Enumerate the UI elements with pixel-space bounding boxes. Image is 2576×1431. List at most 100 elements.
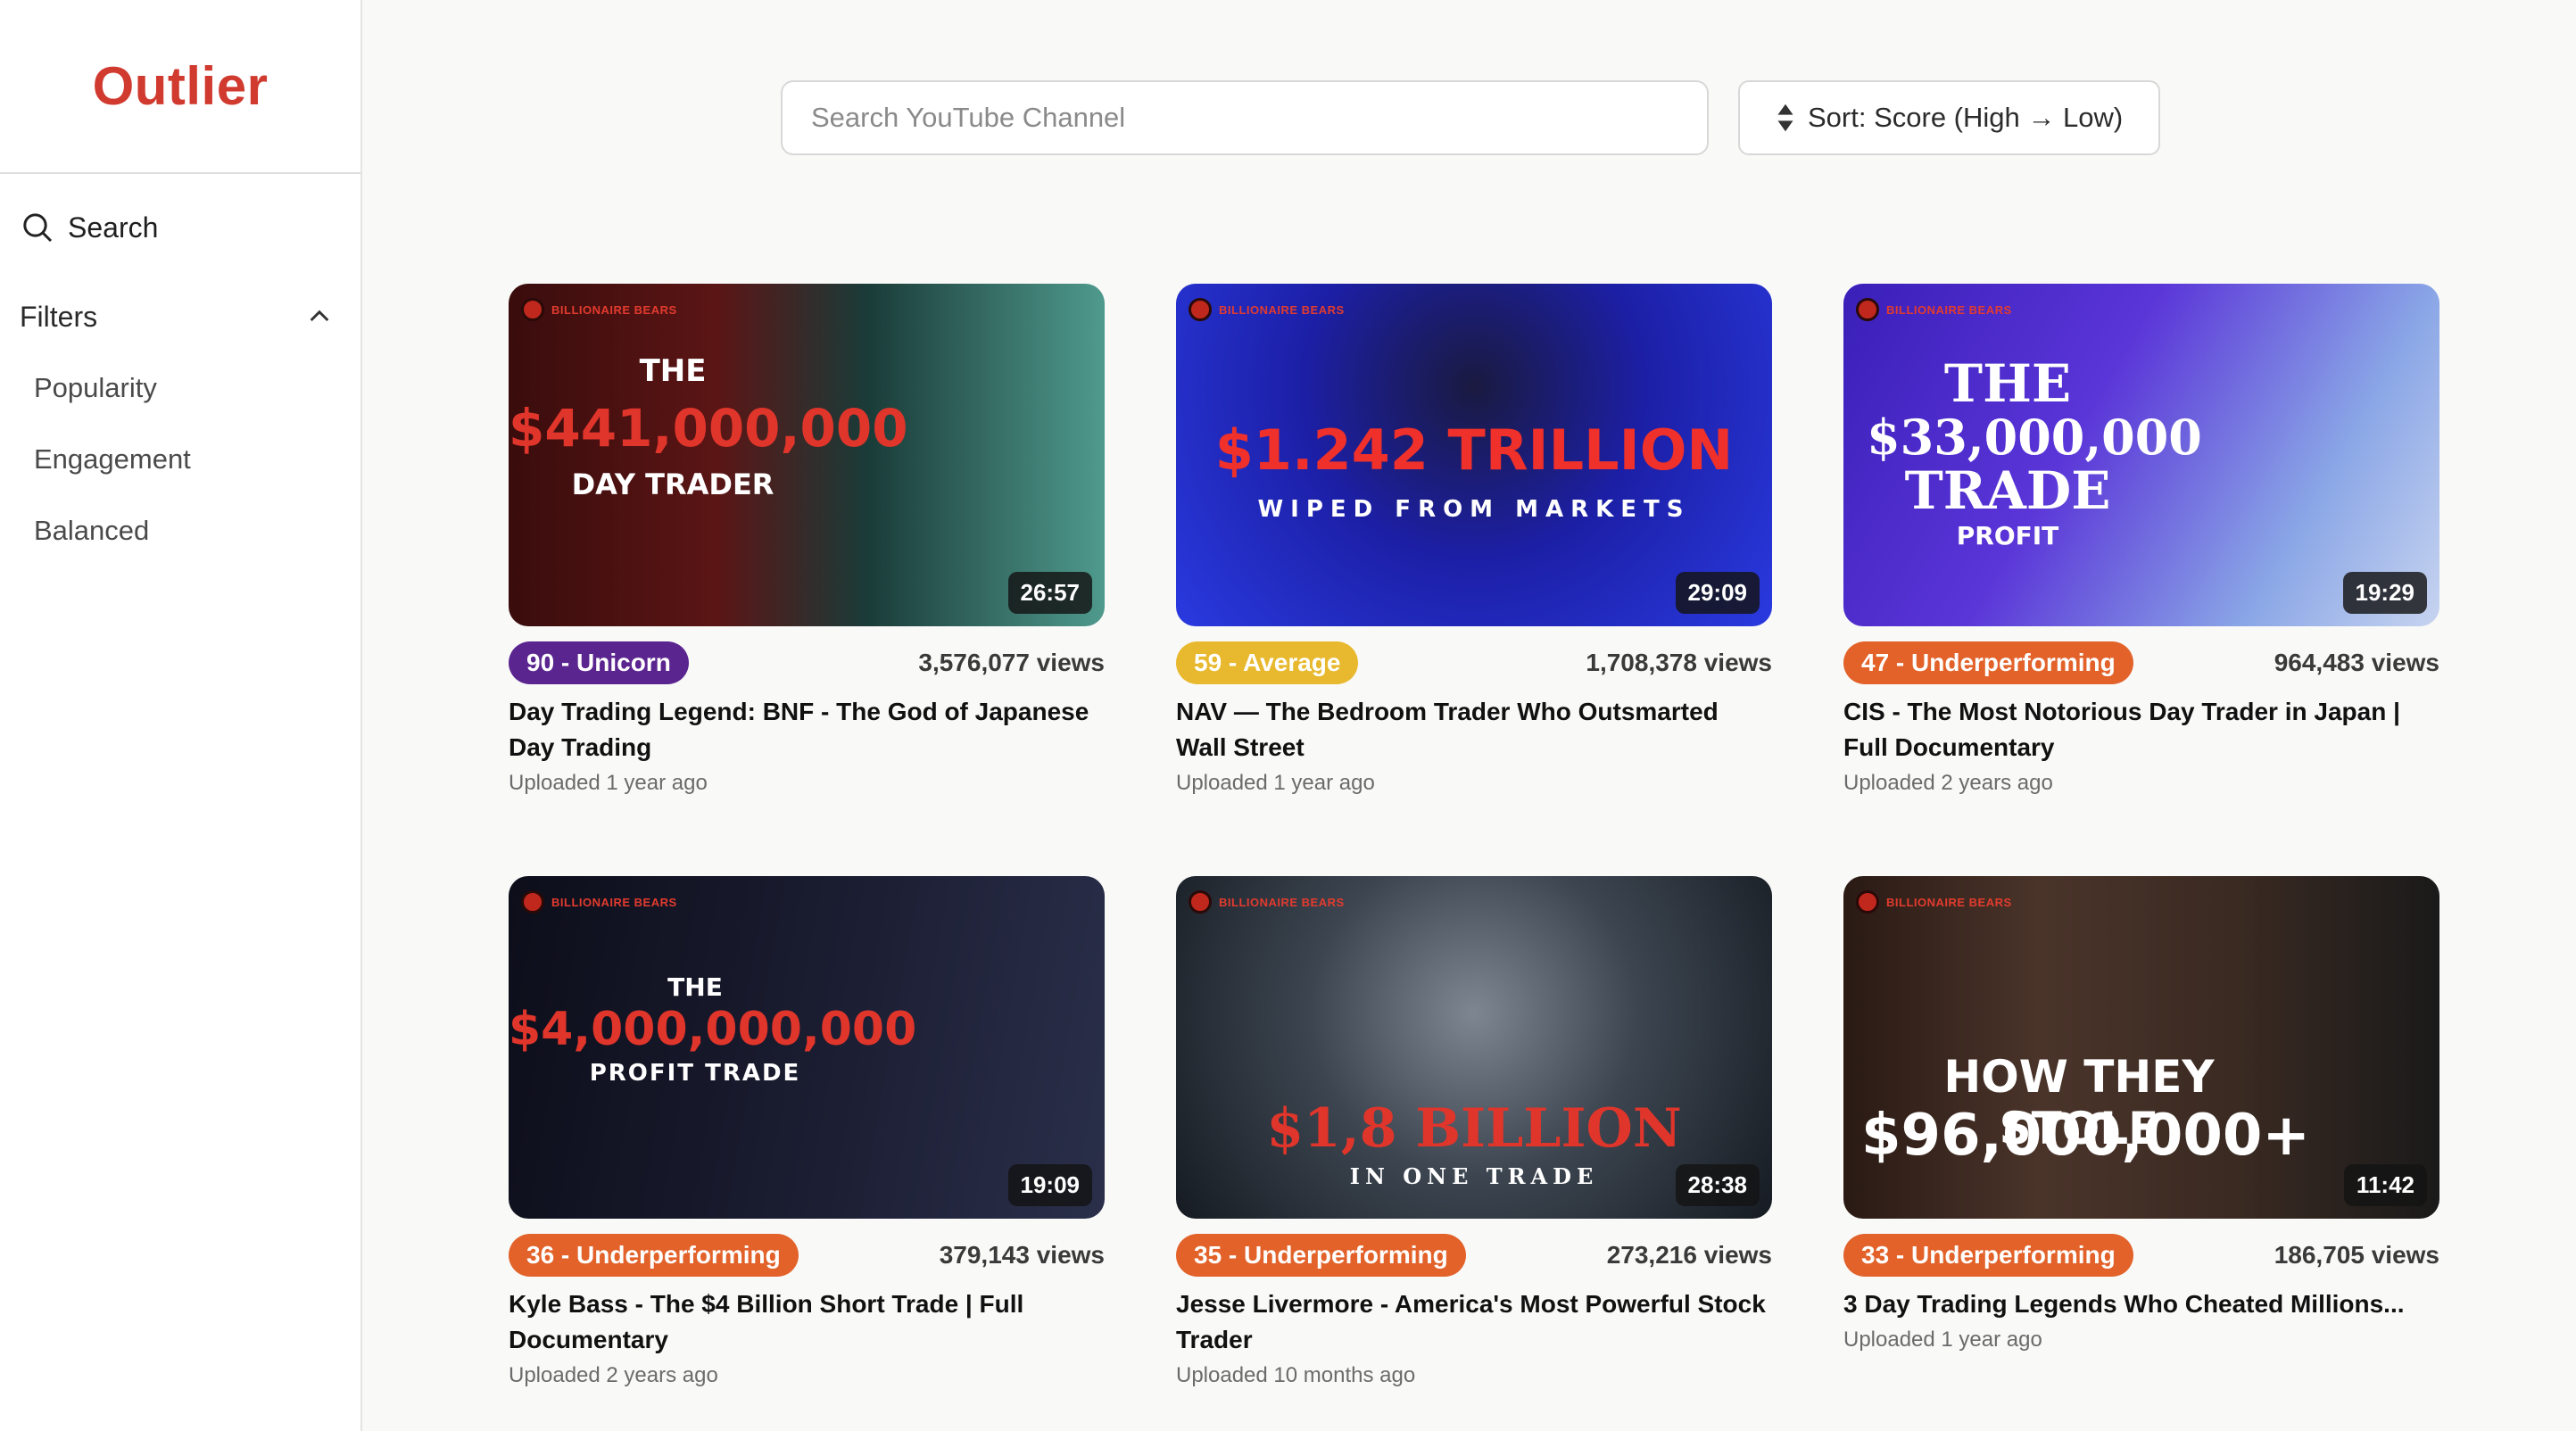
chevron-up-icon [310,310,329,322]
thumb-channel-name: BILLIONAIRE BEARS [551,302,677,317]
view-count: 964,483 views [2274,649,2439,676]
video-thumbnail[interactable]: BILLIONAIRE BEARS THE $441,000,000 DAY T… [509,284,1105,626]
video-duration: 26:57 [1007,572,1092,614]
video-thumbnail[interactable]: BILLIONAIRE BEARS $1,8 BILLION IN ONE TR… [1176,876,1772,1219]
video-grid: BILLIONAIRE BEARS THE $441,000,000 DAY T… [509,284,2439,1431]
view-count: 3,576,077 views [918,649,1105,676]
thumb-channel-tag: BILLIONAIRE BEARS [1189,298,1345,321]
video-title[interactable]: NAV — The Bedroom Trader Who Outsmarted … [1176,694,1772,765]
thumb-channel-name: BILLIONAIRE BEARS [1219,302,1345,317]
thumb-channel-tag: BILLIONAIRE BEARS [1189,890,1345,914]
thumb-channel-name: BILLIONAIRE BEARS [1219,895,1345,909]
video-duration: 19:09 [1007,1164,1092,1206]
main-content: Sort: Score (High → Low) BILLIONAIRE BEA… [362,0,2576,1431]
thumb-text: $1.242 TRILLION [1214,418,1734,483]
brand-header: Outlier [0,0,360,174]
score-badge: 35 - Underperforming [1176,1234,1466,1277]
sidebar: Outlier Search Filters Popularity Engage… [0,0,362,1431]
filter-item-balanced[interactable]: Balanced [0,495,360,567]
view-count: 186,705 views [2274,1241,2439,1269]
thumb-channel-name: BILLIONAIRE BEARS [551,895,677,909]
channel-logo-icon [1856,298,1879,321]
thumb-channel-tag: BILLIONAIRE BEARS [521,298,677,321]
filters-toggle[interactable]: Filters [0,281,360,352]
video-card: BILLIONAIRE BEARS $1,8 BILLION IN ONE TR… [1176,876,1772,1431]
upload-date: Uploaded 2 years ago [1843,771,2053,795]
channel-logo-icon [521,890,544,914]
upload-date: Uploaded 10 months ago [1176,1363,1416,1387]
video-duration: 11:42 [2343,1164,2427,1206]
video-duration: 19:29 [2342,572,2427,614]
filters-label: Filters [20,300,98,333]
view-count: 273,216 views [1606,1241,1772,1269]
thumb-text: $4,000,000,000 [509,1003,917,1056]
sort-icon [1777,103,1793,132]
video-meta-row: 33 - Underperforming 186,705 views [1843,1233,2439,1278]
score-badge: 36 - Underperforming [509,1234,799,1277]
filter-item-engagement[interactable]: Engagement [0,424,360,495]
video-card: BILLIONAIRE BEARS THE $33,000,000 TRADE … [1843,284,2439,876]
video-thumbnail[interactable]: BILLIONAIRE BEARS THE $4,000,000,000 PRO… [509,876,1105,1219]
video-title[interactable]: Day Trading Legend: BNF - The God of Jap… [509,694,1105,765]
thumb-text: THE [639,353,707,389]
thumb-channel-name: BILLIONAIRE BEARS [1886,302,2012,317]
upload-date: Uploaded 1 year ago [1843,1328,2042,1352]
score-badge: 33 - Underperforming [1843,1234,2133,1277]
score-badge: 47 - Underperforming [1843,641,2133,684]
brand-logo[interactable]: Outlier [93,55,269,117]
app-root: Outlier Search Filters Popularity Engage… [0,0,2576,1431]
sort-label: Sort: Score (High → Low) [1808,102,2124,133]
thumb-text: TRADE [1904,460,2111,521]
video-duration: 28:38 [1675,1164,1760,1206]
video-title[interactable]: Jesse Livermore - America's Most Powerfu… [1176,1286,1772,1358]
video-meta-row: 36 - Underperforming 379,143 views [509,1233,1105,1278]
thumb-text: $441,000,000 [509,398,908,459]
thumb-channel-name: BILLIONAIRE BEARS [1886,895,2012,909]
thumb-text: THE [667,972,723,1002]
channel-logo-icon [1189,890,1212,914]
view-count: 1,708,378 views [1586,649,1772,676]
thumb-text: PROFIT [1956,521,2059,550]
video-thumbnail[interactable]: BILLIONAIRE BEARS $1.242 TRILLION WIPED … [1176,284,1772,626]
video-thumbnail[interactable]: BILLIONAIRE BEARS HOW THEY STOLE $96,000… [1843,876,2439,1219]
sort-button[interactable]: Sort: Score (High → Low) [1738,80,2161,155]
video-meta-row: 90 - Unicorn 3,576,077 views [509,641,1105,685]
thumb-text: PROFIT TRADE [589,1060,801,1087]
thumb-channel-tag: BILLIONAIRE BEARS [521,890,677,914]
thumb-text: $1,8 BILLION [1266,1097,1682,1160]
score-badge: 59 - Average [1176,641,1359,684]
video-card: BILLIONAIRE BEARS HOW THEY STOLE $96,000… [1843,876,2439,1431]
upload-date: Uploaded 2 years ago [509,1363,718,1387]
thumb-text: THE [1943,353,2072,414]
video-card: BILLIONAIRE BEARS THE $4,000,000,000 PRO… [509,876,1105,1431]
upload-date: Uploaded 1 year ago [1176,771,1375,795]
thumb-text: WIPED FROM MARKETS [1257,496,1691,523]
thumb-text: DAY TRADER [571,467,774,501]
thumb-channel-tag: BILLIONAIRE BEARS [1856,298,2012,321]
thumb-text: $96,000,000+ [1861,1103,2311,1169]
channel-logo-icon [1189,298,1212,321]
channel-logo-icon [1856,890,1879,914]
view-count: 379,143 views [939,1241,1105,1269]
video-duration: 29:09 [1675,572,1760,614]
video-title[interactable]: Kyle Bass - The $4 Billion Short Trade |… [509,1286,1105,1358]
thumb-text: $33,000,000 [1867,409,2202,466]
video-meta-row: 47 - Underperforming 964,483 views [1843,641,2439,685]
filter-item-popularity[interactable]: Popularity [0,352,360,424]
video-meta-row: 35 - Underperforming 273,216 views [1176,1233,1772,1278]
video-meta-row: 59 - Average 1,708,378 views [1176,641,1772,685]
sidebar-search-link[interactable]: Search [0,174,360,281]
video-title[interactable]: CIS - The Most Notorious Day Trader in J… [1843,694,2439,765]
channel-search-input[interactable] [781,80,1709,155]
video-card: BILLIONAIRE BEARS $1.242 TRILLION WIPED … [1176,284,1772,876]
toolbar: Sort: Score (High → Low) [781,80,2161,155]
thumb-channel-tag: BILLIONAIRE BEARS [1856,890,2012,914]
upload-date: Uploaded 1 year ago [509,771,708,795]
channel-logo-icon [521,298,544,321]
score-badge: 90 - Unicorn [509,641,689,684]
video-thumbnail[interactable]: BILLIONAIRE BEARS THE $33,000,000 TRADE … [1843,284,2439,626]
video-title[interactable]: 3 Day Trading Legends Who Cheated Millio… [1843,1286,2439,1322]
sidebar-search-label: Search [68,211,159,244]
video-card: BILLIONAIRE BEARS THE $441,000,000 DAY T… [509,284,1105,876]
search-icon [23,213,53,243]
